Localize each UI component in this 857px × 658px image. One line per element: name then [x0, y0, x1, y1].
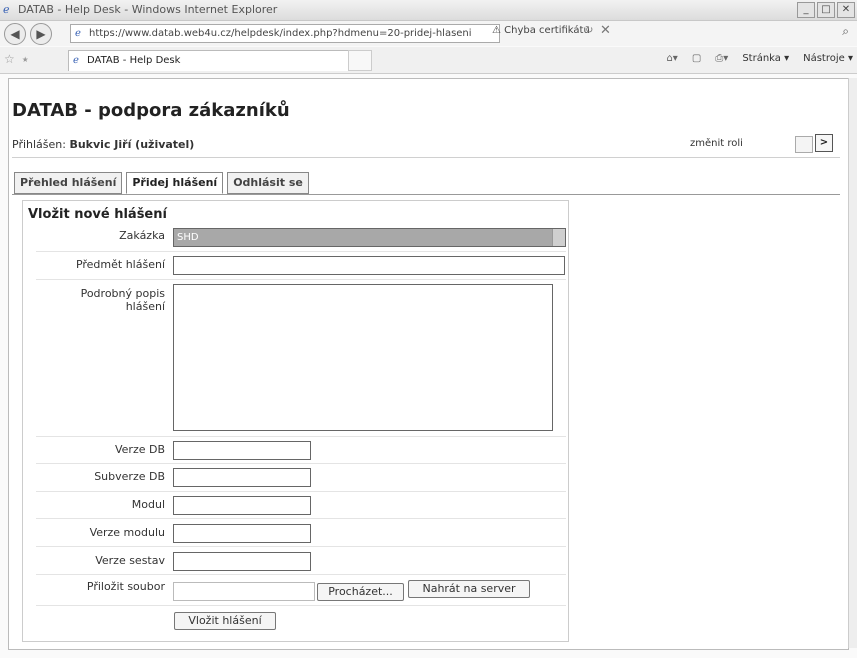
label-verze-modulu: Verze modulu [89, 526, 165, 539]
verze-db-input[interactable] [173, 441, 311, 460]
tab-odhlasit[interactable]: Odhlásit se [227, 172, 309, 194]
label-verze-sestav: Verze sestav [95, 554, 165, 567]
address-bar-area: ◀ ▶ ℯ https://www.datab.web4u.cz/helpdes… [0, 21, 857, 46]
login-label: Přihlášen: [12, 138, 66, 151]
page-menu-label: Stránka [742, 53, 781, 64]
refresh-icon[interactable]: ↻ [585, 25, 593, 36]
address-text: https://www.datab.web4u.cz/helpdesk/inde… [89, 28, 472, 39]
stop-icon[interactable]: ✕ [600, 23, 611, 38]
row-divider [36, 574, 566, 575]
row-divider [36, 546, 566, 547]
chevron-down-icon [552, 229, 565, 246]
row-divider [36, 463, 566, 464]
verze-modulu-input[interactable] [173, 524, 311, 543]
label-popis: Podrobný popis hlášení [80, 287, 165, 313]
predmet-input[interactable] [173, 256, 565, 275]
tools-menu-label: Nástroje [803, 53, 845, 64]
tab-prehled[interactable]: Přehled hlášení [14, 172, 123, 194]
label-verze-db: Verze DB [114, 443, 165, 456]
page-icon: ℯ [75, 28, 81, 39]
add-favorites-icon[interactable]: ⭑ [22, 52, 28, 67]
app-tabs: Přehled hlášení Přidej hlášení Odhlásit … [14, 172, 309, 194]
row-divider [36, 491, 566, 492]
tab-pridej[interactable]: Přidej hlášení [126, 172, 224, 194]
tools-menu[interactable]: Nástroje ▾ [803, 53, 853, 64]
label-predmet: Předmět hlášení [75, 258, 165, 271]
browser-tab-title: DATAB - Help Desk [87, 55, 181, 66]
forward-button[interactable]: ▶ [30, 23, 52, 45]
label-modul: Modul [131, 498, 165, 511]
popis-textarea[interactable] [173, 284, 553, 431]
tabs-divider [12, 194, 840, 195]
verze-sestav-input[interactable] [173, 552, 311, 571]
login-info: Přihlášen: Bukvic Jiří (uživatel) [12, 138, 194, 151]
new-tab-button[interactable] [348, 50, 372, 71]
maximize-button[interactable]: □ [817, 2, 835, 18]
page-menu[interactable]: Stránka ▾ [742, 53, 789, 64]
browser-titlebar: ℯ DATAB - Help Desk - Windows Internet E… [0, 0, 857, 21]
cert-error-text: Chyba certifikátu [504, 25, 590, 36]
login-user: Bukvic Jiří (uživatel) [69, 138, 195, 151]
label-prilozit: Přiložit soubor [86, 580, 165, 593]
minimize-button[interactable]: _ [797, 2, 815, 18]
close-window-button[interactable]: ✕ [837, 2, 855, 18]
header-divider [12, 157, 840, 158]
row-divider [36, 436, 566, 437]
tab-bar: ☆ ⭑ ℯ DATAB - Help Desk ⌂▾ ▢ ⎙▾ Stránka … [0, 47, 857, 74]
modul-input[interactable] [173, 496, 311, 515]
role-go-button[interactable]: > [815, 134, 833, 152]
upload-button[interactable]: Nahrát na server [408, 580, 530, 598]
file-path-input[interactable] [173, 582, 315, 601]
ie-icon: ℯ [3, 3, 10, 16]
address-field[interactable]: ℯ https://www.datab.web4u.cz/helpdesk/in… [70, 24, 500, 43]
browse-button[interactable]: Procházet... [317, 583, 404, 601]
search-icon[interactable]: ⌕ [842, 24, 849, 39]
window-controls: _ □ ✕ [797, 2, 855, 18]
home-icon[interactable]: ⌂▾ [666, 53, 677, 64]
command-bar: ⌂▾ ▢ ⎙▾ Stránka ▾ Nástroje ▾ [666, 53, 853, 64]
page-title: DATAB - podpora zákazníků [12, 100, 290, 121]
cert-error-indicator[interactable]: ⚠ Chyba certifikátu [492, 25, 590, 36]
row-divider [36, 518, 566, 519]
zakazka-select[interactable]: SHD [173, 228, 566, 247]
label-subverze-db: Subverze DB [94, 470, 165, 483]
favorites-star-icon[interactable]: ☆ [4, 52, 15, 66]
row-divider [36, 279, 566, 280]
window-title: DATAB - Help Desk - Windows Internet Exp… [18, 3, 278, 16]
print-icon[interactable]: ⎙▾ [715, 53, 728, 64]
subverze-db-input[interactable] [173, 468, 311, 487]
role-select[interactable] [795, 136, 813, 153]
feeds-icon[interactable]: ▢ [692, 53, 701, 64]
form-title: Vložit nové hlášení [28, 207, 167, 222]
tab-page-icon: ℯ [73, 55, 79, 66]
change-role-label: změnit roli [690, 138, 743, 149]
row-divider [36, 605, 566, 606]
browser-tab[interactable]: ℯ DATAB - Help Desk [68, 50, 358, 71]
zakazka-value: SHD [177, 232, 199, 243]
submit-button[interactable]: Vložit hlášení [174, 612, 276, 630]
row-divider [36, 251, 566, 252]
back-button[interactable]: ◀ [4, 23, 26, 45]
vertical-scrollbar[interactable] [848, 78, 857, 648]
label-zakazka: Zakázka [119, 229, 165, 242]
